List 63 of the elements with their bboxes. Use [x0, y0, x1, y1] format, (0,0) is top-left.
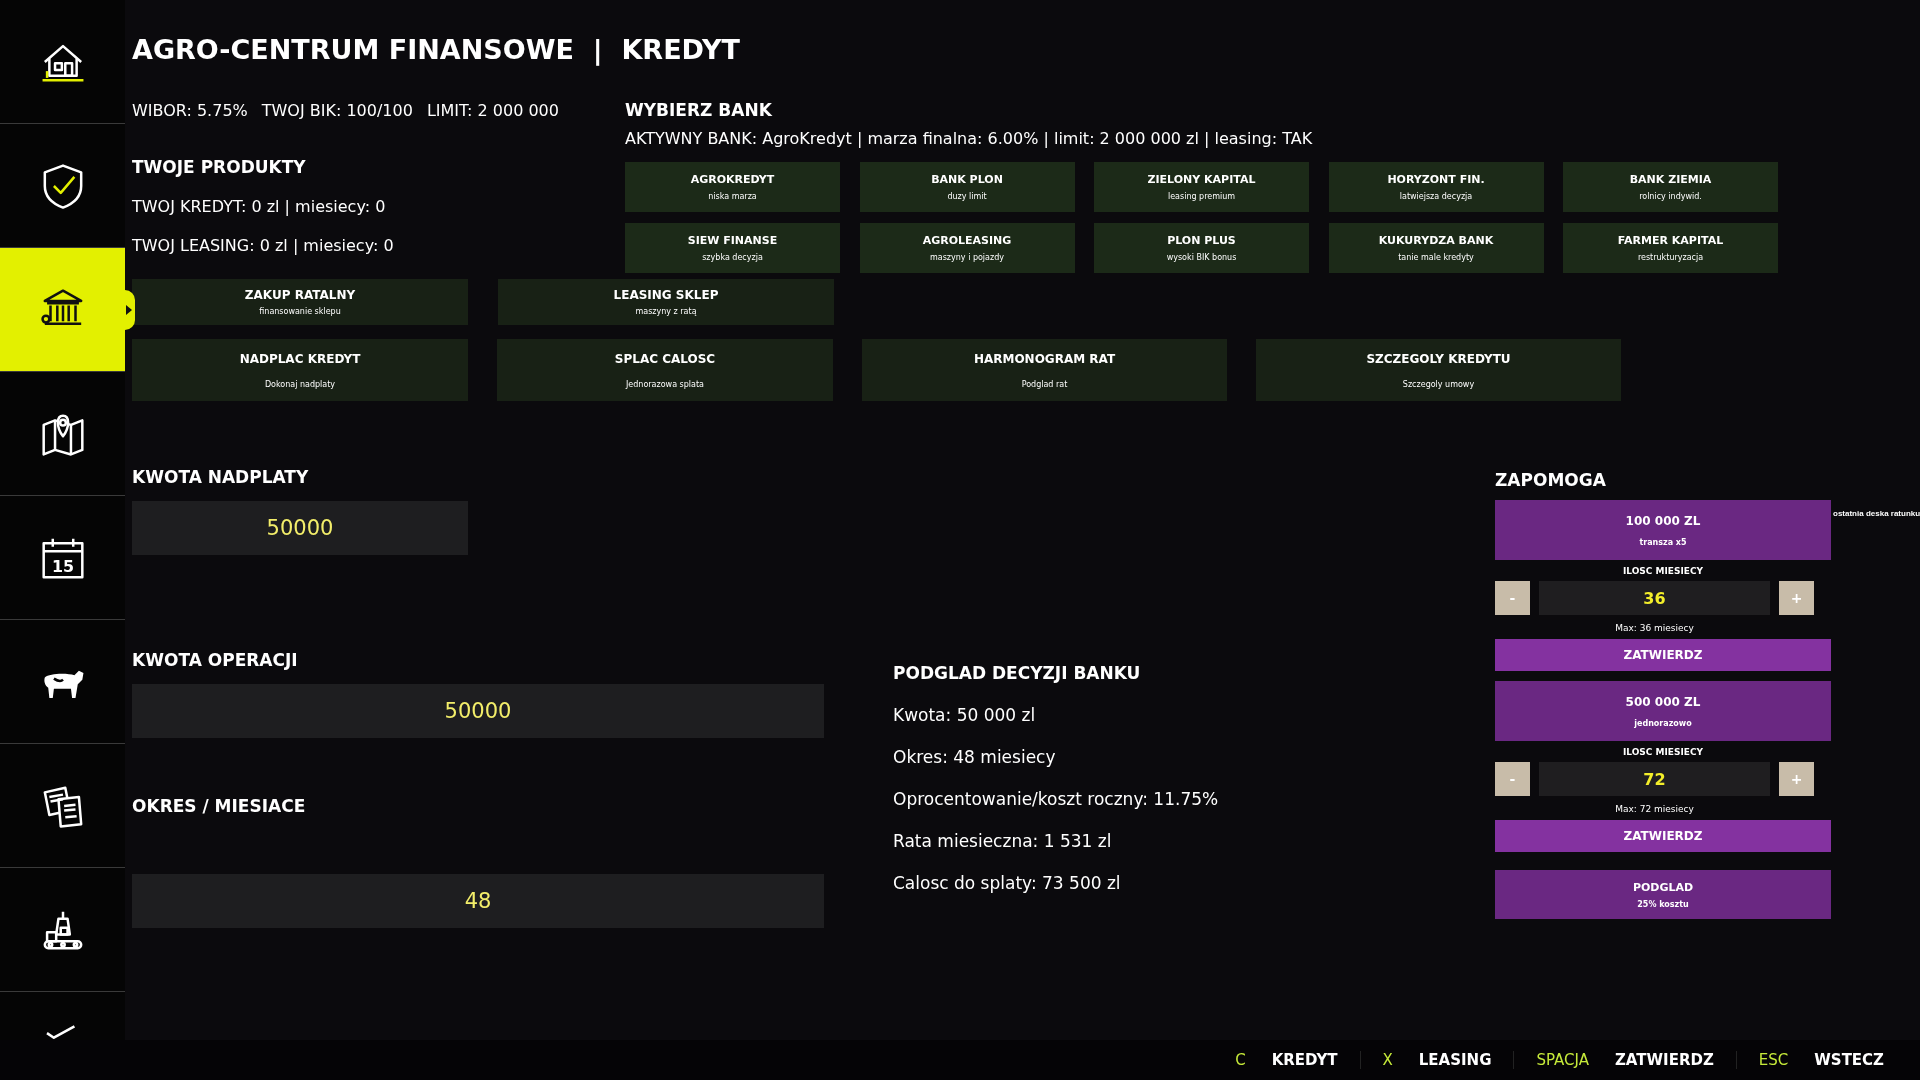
action-button[interactable]: SPLAC CALOSC Jednorazowa splata — [497, 339, 833, 401]
bank-button[interactable]: SIEW FINANSE szybka decyzja — [625, 223, 840, 273]
action-button[interactable]: SZCZEGOLY KREDYTU Szczegoly umowy — [1256, 339, 1621, 401]
field-label: KWOTA OPERACJI — [132, 650, 299, 670]
active-bank-text: AKTYWNY BANK: AgroKredyt | marza finalna: 6.00% | limit: 2 000 000 zl | leasing: TAK — [625, 129, 1314, 148]
sidebar-tab[interactable]: 15 — [0, 496, 125, 620]
bank-button[interactable]: ZIELONY KAPITAL leasing premium — [1094, 162, 1309, 212]
aid-note: jednorazowo — [1634, 718, 1692, 728]
action-label: WSTECZ — [1814, 1051, 1884, 1069]
bank-button[interactable]: PLON PLUS wysoki BIK bonus — [1094, 223, 1309, 273]
confirm-button[interactable]: ZATWIERDZ — [1495, 820, 1831, 852]
months-field[interactable]: 48 — [132, 874, 824, 928]
months-field[interactable]: 36 — [1539, 581, 1770, 615]
max-text: Max: 36 miesiecy — [1614, 623, 1695, 633]
aid-note: transza x5 — [1639, 537, 1687, 547]
field-label: KWOTA NADPLATY — [132, 467, 310, 487]
action-button[interactable]: LEASING SKLEP maszyny z ratą — [498, 279, 834, 325]
amount-field[interactable]: 50000 — [132, 684, 824, 738]
page-title: AGRO-CENTRUM FINANSOWE | KREDYT — [132, 34, 741, 65]
preview-text: Oprocentowanie/koszt roczny: 11.75% — [893, 789, 1220, 809]
aid-card[interactable]: 500 000 ZL jednorazowo — [1495, 681, 1831, 741]
stat-text: LIMIT: 2 000 000 — [426, 100, 559, 120]
preview-button[interactable]: PODGLAD 25% kosztu — [1495, 870, 1831, 919]
aid-amount: 100 000 ZL — [1625, 513, 1701, 528]
action-button[interactable]: HARMONOGRAM RAT Podglad rat — [862, 339, 1227, 401]
bank-button[interactable]: BANK ZIEMIA rolnicy indywid. — [1563, 162, 1778, 212]
section-heading: TWOJE PRODUKTY — [132, 157, 307, 177]
bank-button[interactable]: FARMER KAPITAL restrukturyzacja — [1563, 223, 1778, 273]
months-field[interactable]: 72 — [1539, 762, 1770, 796]
bank-button[interactable]: AGROLEASING maszyny i pojazdy — [859, 223, 1075, 273]
months-label: ILOSC MIESIECY — [1621, 747, 1705, 757]
action-button[interactable]: ZAKUP RATALNY finansowanie sklepu — [132, 279, 468, 325]
field-label: OKRES / MIESIACE — [132, 796, 307, 816]
amount-field[interactable]: 50000 — [132, 501, 468, 555]
bank-button[interactable]: BANK PLON duzy limit — [859, 162, 1075, 212]
key-label: C — [1235, 1051, 1246, 1069]
preview-text: Kwota: 50 000 zl — [893, 705, 1037, 725]
section-heading: ZAPOMOGA — [1495, 470, 1607, 490]
section-heading: WYBIERZ BANK — [625, 99, 773, 122]
note-text: ostatnia deska ratunku — [1833, 509, 1920, 518]
bank-button[interactable]: HORYZONT FIN. latwiejsza decyzja — [1328, 162, 1544, 212]
key-label: SPACJA — [1536, 1051, 1589, 1069]
max-text: Max: 72 miesiecy — [1614, 804, 1695, 814]
bank-button[interactable]: AGROKREDYT niska marza — [625, 162, 840, 212]
bank-button[interactable]: KUKURYDZA BANK tanie male kredyty — [1328, 223, 1544, 273]
section-heading: PODGLAD DECYZJI BANKU — [893, 663, 1142, 683]
action-label: ZATWIERDZ — [1615, 1051, 1714, 1069]
action-label: KREDYT — [1271, 1051, 1338, 1069]
action-label: LEASING — [1418, 1051, 1492, 1069]
preview-text: Okres: 48 miesiecy — [893, 747, 1057, 767]
product-text: TWOJ KREDYT: 0 zl | miesiecy: 0 — [132, 197, 387, 216]
stat-text: WIBOR: 5.75% — [132, 100, 248, 120]
key-label: ESC — [1758, 1051, 1789, 1069]
confirm-button[interactable]: ZATWIERDZ — [1495, 639, 1831, 671]
stat-text: TWOJ BIK: 100/100 — [261, 100, 413, 120]
aid-card[interactable]: 100 000 ZL transza x5 — [1495, 500, 1831, 560]
months-label: ILOSC MIESIECY — [1621, 566, 1705, 576]
preview-text: Calosc do splaty: 73 500 zl — [893, 873, 1122, 893]
preview-text: Rata miesieczna: 1 531 zl — [893, 831, 1113, 851]
action-button[interactable]: NADPLAC KREDYT Dokonaj nadplaty — [132, 339, 468, 401]
product-text: TWOJ LEASING: 0 zl | miesiecy: 0 — [132, 236, 395, 255]
aid-amount: 500 000 ZL — [1625, 694, 1701, 709]
key-label: X — [1382, 1051, 1393, 1069]
